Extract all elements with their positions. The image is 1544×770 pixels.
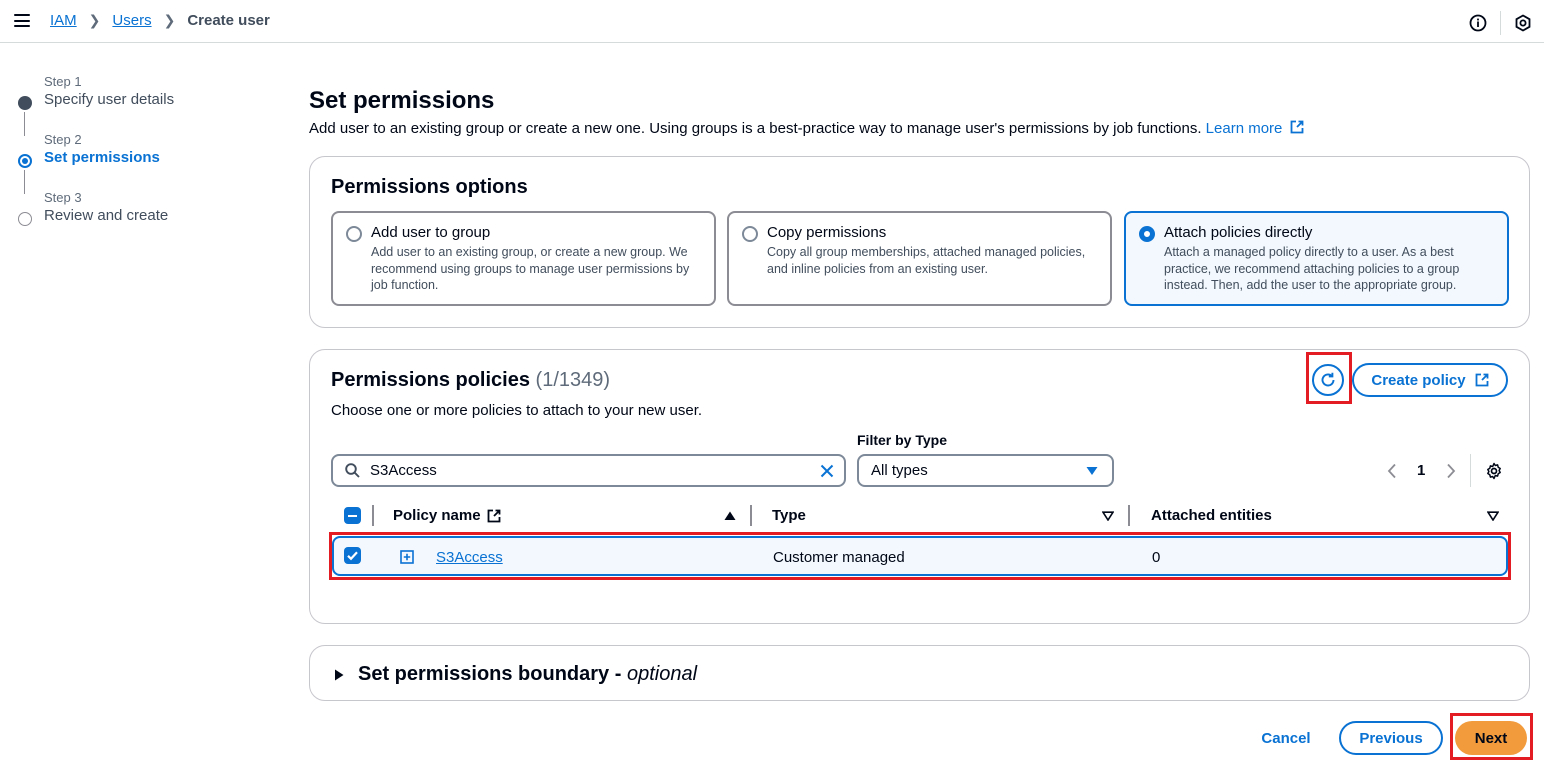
step-2[interactable]: Step 2 Set permissions	[14, 132, 274, 194]
main-content: Set permissions Add user to an existing …	[309, 86, 1530, 137]
page-number[interactable]: 1	[1417, 462, 1425, 479]
filter-value: All types	[871, 462, 928, 479]
step-label: Specify user details	[44, 91, 175, 108]
pagination-divider	[1470, 454, 1471, 487]
cancel-button[interactable]: Cancel	[1247, 721, 1325, 755]
chevron-left-icon[interactable]	[1387, 463, 1397, 479]
step-number: Step 2	[44, 132, 82, 147]
page-description: Add user to an existing group or create …	[309, 120, 1530, 137]
radio-button[interactable]	[346, 226, 362, 242]
expand-icon[interactable]	[400, 550, 414, 564]
column-divider	[750, 505, 752, 526]
wizard-steps: Step 1 Specify user details Step 2 Set p…	[14, 74, 274, 248]
option-copy-permissions[interactable]: Copy permissions Copy all group membersh…	[727, 211, 1112, 306]
permissions-boundary-panel[interactable]: Set permissions boundary - optional	[309, 645, 1530, 701]
column-divider	[372, 505, 374, 526]
policy-type: Customer managed	[773, 549, 905, 566]
step-number: Step 1	[44, 74, 82, 89]
option-attach-policies-directly[interactable]: Attach policies directly Attach a manage…	[1124, 211, 1509, 306]
policy-search-input[interactable]: S3Access	[331, 454, 846, 487]
step-pending-icon	[18, 212, 32, 226]
option-title: Attach policies directly	[1164, 224, 1313, 241]
divider	[1500, 11, 1501, 35]
column-header-type[interactable]: Type	[772, 507, 806, 524]
chevron-right-icon[interactable]	[1446, 463, 1456, 479]
breadcrumb-current: Create user	[187, 12, 270, 29]
permissions-boundary-heading[interactable]: Set permissions boundary - optional	[358, 663, 697, 686]
refresh-button[interactable]	[1312, 364, 1344, 396]
radio-button[interactable]	[742, 226, 758, 242]
table-row[interactable]: S3Access Customer managed 0	[332, 536, 1508, 576]
sort-icon[interactable]	[1102, 511, 1114, 521]
option-description: Add user to an existing group, or create…	[371, 245, 690, 292]
column-divider	[1128, 505, 1130, 526]
create-policy-label: Create policy	[1371, 371, 1466, 389]
external-link-icon	[487, 509, 500, 522]
sort-icon[interactable]	[1487, 511, 1499, 521]
external-link-icon	[1290, 120, 1303, 134]
permissions-options-panel: Permissions options Add user to group Ad…	[309, 156, 1530, 328]
option-title: Add user to group	[371, 224, 491, 241]
search-icon	[345, 463, 360, 478]
gear-icon[interactable]	[1485, 462, 1503, 480]
external-link-icon	[1475, 373, 1489, 387]
permissions-policies-panel: Permissions policies (1/1349) Choose one…	[309, 349, 1530, 624]
radio-button-selected[interactable]	[1139, 226, 1155, 242]
column-header-policy-name[interactable]: Policy name	[393, 507, 501, 524]
policy-name-link[interactable]: S3Access	[436, 549, 503, 566]
step-complete-icon	[18, 96, 32, 110]
caret-right-icon[interactable]	[334, 669, 344, 681]
row-checkbox[interactable]	[344, 547, 361, 564]
step-current-icon	[18, 154, 32, 168]
step-label: Set permissions	[44, 149, 160, 166]
clear-icon[interactable]	[820, 464, 834, 478]
info-icon[interactable]	[1469, 14, 1487, 32]
chevron-right-icon: ❯	[88, 12, 101, 28]
policy-name-header: Policy name	[393, 507, 481, 524]
create-policy-button[interactable]: Create policy	[1352, 363, 1508, 397]
permissions-policies-heading: Permissions policies (1/1349)	[331, 369, 610, 392]
option-description: Attach a managed policy directly to a us…	[1164, 245, 1460, 292]
option-title: Copy permissions	[767, 224, 887, 241]
learn-more-link[interactable]: Learn more	[1206, 120, 1304, 137]
step-1[interactable]: Step 1 Specify user details	[14, 74, 274, 136]
permissions-options-heading: Permissions options	[331, 176, 528, 198]
step-number: Step 3	[44, 190, 82, 205]
filter-type-select[interactable]: All types	[857, 454, 1114, 487]
option-add-user-to-group[interactable]: Add user to group Add user to an existin…	[331, 211, 716, 306]
boundary-optional: optional	[626, 663, 698, 685]
page-title: Set permissions	[309, 87, 495, 114]
breadcrumb: IAM ❯ Users ❯ Create user	[50, 12, 270, 29]
select-all-checkbox[interactable]	[344, 507, 361, 524]
settings-hex-icon[interactable]	[1514, 14, 1532, 32]
step-3: Step 3 Review and create	[14, 190, 274, 248]
top-navigation: IAM ❯ Users ❯ Create user	[0, 0, 1544, 43]
refresh-icon	[1321, 372, 1335, 387]
caret-down-icon	[1086, 466, 1098, 475]
previous-button[interactable]: Previous	[1339, 721, 1443, 755]
policies-count: (1/1349)	[535, 369, 611, 391]
breadcrumb-iam[interactable]: IAM	[50, 12, 77, 29]
boundary-title: Set permissions boundary -	[358, 663, 627, 685]
step-label: Review and create	[44, 207, 169, 224]
column-header-attached-entities[interactable]: Attached entities	[1151, 507, 1272, 524]
description-text: Add user to an existing group or create …	[309, 120, 1202, 137]
breadcrumb-users[interactable]: Users	[112, 12, 151, 29]
menu-icon[interactable]	[14, 14, 30, 27]
policies-subtitle: Choose one or more policies to attach to…	[331, 402, 703, 419]
search-value: S3Access	[370, 462, 437, 479]
attached-entities-count: 0	[1152, 549, 1161, 566]
option-description: Copy all group memberships, attached man…	[767, 245, 1086, 276]
chevron-right-icon: ❯	[163, 12, 176, 28]
policies-title: Permissions policies	[331, 369, 530, 391]
check-icon	[347, 551, 358, 561]
filter-by-type-label: Filter by Type	[857, 432, 947, 448]
next-button[interactable]: Next	[1455, 721, 1527, 755]
sort-ascending-icon[interactable]	[724, 511, 736, 521]
